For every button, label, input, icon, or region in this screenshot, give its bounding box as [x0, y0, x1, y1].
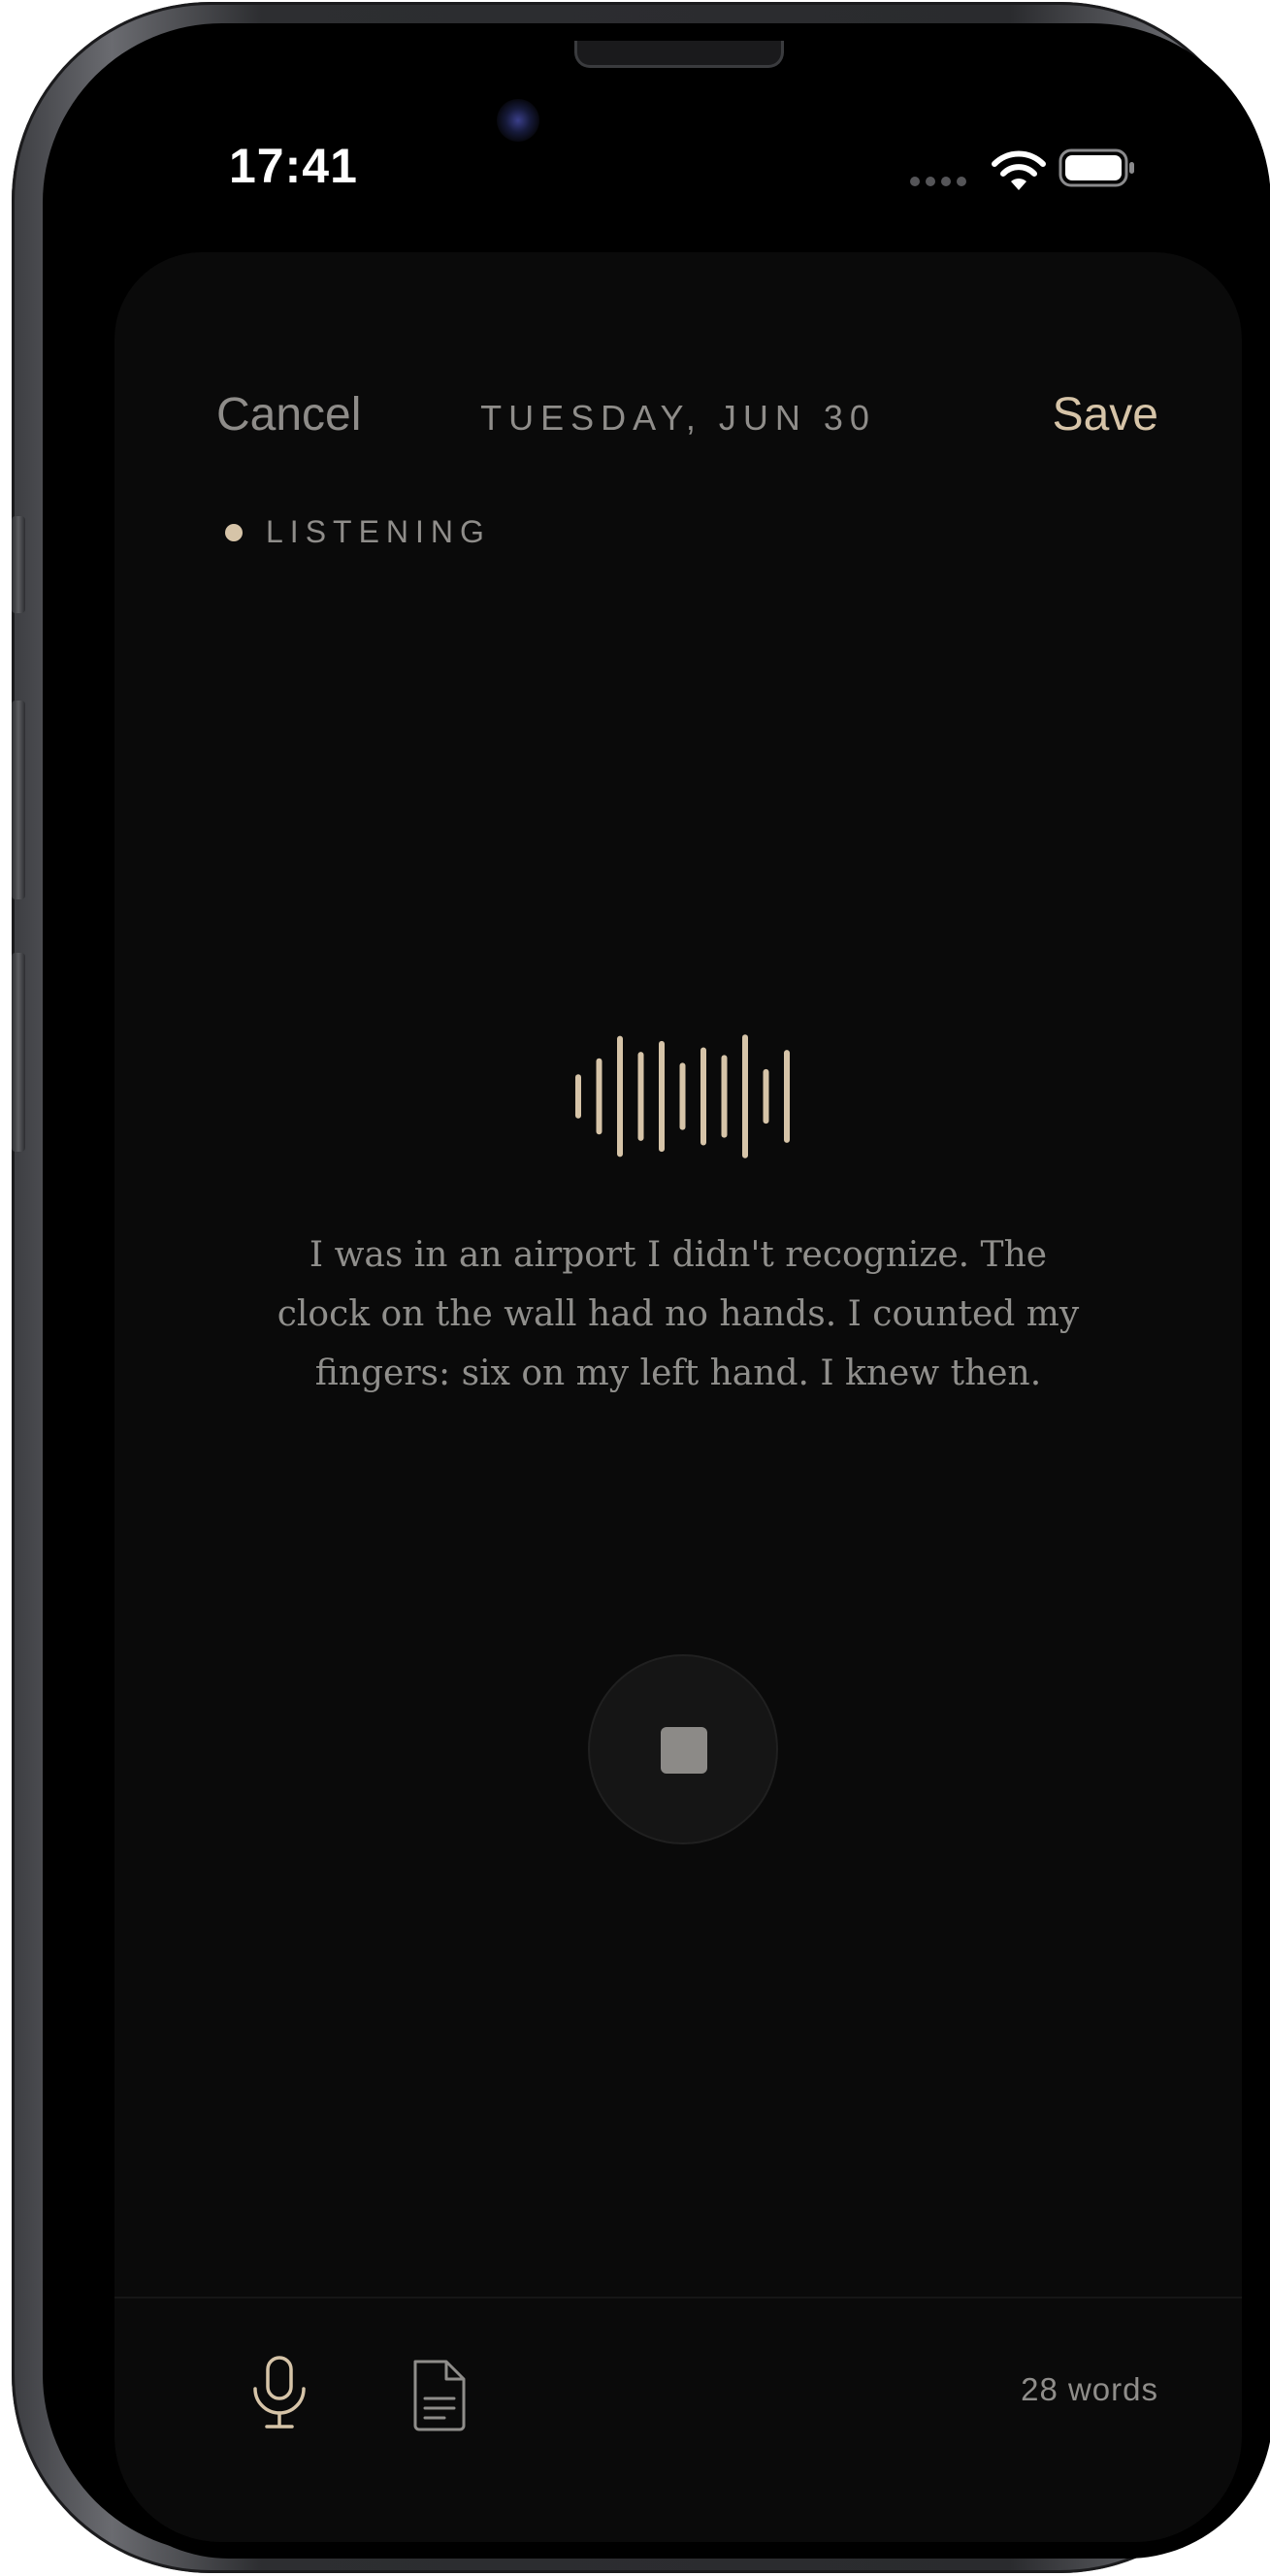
document-icon[interactable] — [406, 2356, 473, 2433]
journal-entry-sheet: Cancel TUESDAY, JUN 30 Save LISTENING I … — [114, 252, 1242, 2542]
status-bar: 17:41 — [83, 80, 1270, 215]
screen: 17:41 Cancel TUESDAY, JUN 30 Save LISTEN… — [83, 80, 1270, 2559]
listening-status: LISTENING — [225, 514, 491, 550]
wifi-icon — [992, 150, 1046, 190]
transcript-text: I was in an airport I didn't recognize. … — [277, 1235, 1080, 1393]
phone-frame: 17:41 Cancel TUESDAY, JUN 30 Save LISTEN… — [12, 2, 1270, 2573]
stop-icon — [661, 1727, 707, 1774]
toolbar-divider — [114, 2297, 1242, 2299]
word-count: 28 words — [1021, 2371, 1158, 2407]
save-button[interactable]: Save — [1053, 388, 1158, 441]
battery-icon — [1058, 148, 1134, 187]
stop-recording-button[interactable] — [588, 1654, 778, 1844]
microphone-icon[interactable] — [245, 2354, 313, 2431]
front-camera — [497, 99, 539, 142]
dynamic-island — [472, 80, 898, 215]
signal-dots-icon — [910, 177, 966, 186]
listening-label: LISTENING — [266, 514, 491, 549]
earpiece-speaker — [574, 41, 784, 68]
status-time: 17:41 — [229, 139, 358, 193]
volume-down-button — [12, 953, 25, 1152]
action-button — [12, 516, 25, 613]
recording-dot-icon — [225, 523, 243, 541]
phone-bezel: 17:41 Cancel TUESDAY, JUN 30 Save LISTEN… — [43, 23, 1270, 2559]
volume-up-button — [12, 701, 25, 899]
